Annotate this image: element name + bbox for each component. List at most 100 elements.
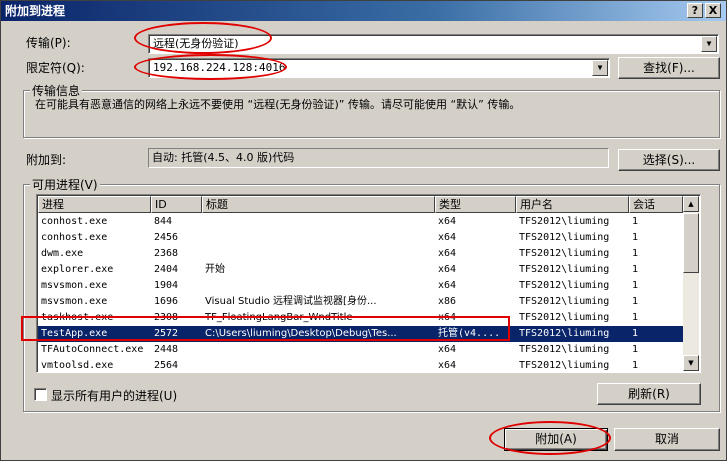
cancel-button[interactable]: 取消	[614, 428, 720, 451]
cell-username: TFS2012\liuming	[519, 360, 610, 371]
cell-title	[202, 358, 435, 372]
find-button[interactable]: 查找(F)...	[618, 57, 720, 79]
chevron-down-icon[interactable]: ▼	[701, 36, 717, 52]
transport-combo[interactable]: 远程(无身份验证) ▼	[148, 34, 719, 54]
column-header-session[interactable]: 会话	[629, 196, 683, 213]
title-bar: 附加到进程	[1, 1, 726, 21]
process-list[interactable]: 进程 ID 标题 类型 用户名 会话 conhost.exe 844 x64 TFS2…	[36, 194, 701, 373]
chevron-down-icon[interactable]: ▼	[592, 60, 608, 76]
scroll-up-icon[interactable]: ▲	[683, 196, 699, 212]
close-button[interactable]: X	[705, 3, 721, 18]
table-row[interactable]: conhost.exe 2456 x64 TFS2012\liuming 1	[38, 230, 683, 246]
cell-process: explorer.exe	[41, 264, 114, 275]
cell-title	[202, 342, 435, 358]
cell-type: x64	[438, 344, 457, 355]
attach-to-field: 自动: 托管(4.5、4.0 版)代码	[148, 148, 609, 168]
qualifier-value: 192.168.224.128:4016	[153, 61, 286, 74]
cell-type: x64	[438, 312, 457, 323]
scroll-down-icon[interactable]: ▼	[683, 355, 699, 371]
cell-title	[202, 214, 435, 230]
select-code-type-button[interactable]: 选择(S)...	[618, 149, 720, 171]
cell-process: msvsmon.exe	[41, 280, 108, 291]
cell-username: TFS2012\liuming	[519, 344, 610, 355]
cell-username: TFS2012\liuming	[519, 248, 610, 259]
cell-process: TFAutoConnect.exe	[41, 344, 144, 355]
show-all-users-checkbox[interactable]	[34, 388, 47, 401]
cell-session: 1	[632, 216, 639, 227]
cell-session: 1	[632, 280, 639, 291]
cell-type: x64	[438, 216, 457, 227]
cell-title: C:\Users\liuming\Desktop\Debug\Tes...	[205, 328, 397, 339]
cell-process: vmtoolsd.exe	[41, 360, 114, 371]
table-row[interactable]: explorer.exe 2404 开始 x64 TFS2012\liuming 1	[38, 262, 683, 278]
cell-process: TestApp.exe	[41, 328, 108, 339]
column-header-type[interactable]: 类型	[435, 196, 516, 213]
scroll-thumb[interactable]	[683, 213, 699, 273]
cell-id: 844	[154, 216, 173, 227]
cell-username: TFS2012\liuming	[519, 216, 610, 227]
cell-title	[202, 278, 435, 294]
cell-type: x64	[438, 232, 457, 243]
help-button[interactable]: ?	[687, 3, 703, 18]
cell-session: 1	[632, 344, 639, 355]
column-header-process[interactable]: 进程	[38, 196, 151, 213]
table-row[interactable]: msvsmon.exe 1696 Visual Studio 远程调试监视器[身份.…	[38, 294, 683, 310]
table-row[interactable]: taskhost.exe 2308 TF_FloatingLangBar_WndTi…	[38, 310, 683, 326]
cell-session: 1	[632, 360, 639, 371]
cell-type: x64	[438, 280, 457, 291]
cell-type: x64	[438, 360, 457, 371]
cell-session: 1	[632, 264, 639, 275]
show-all-users-label[interactable]: 显示所有用户的进程(U)	[51, 387, 177, 404]
transport-value: 远程(无身份验证)	[153, 37, 239, 50]
table-row[interactable]: conhost.exe 844 x64 TFS2012\liuming 1	[38, 214, 683, 230]
cell-type: x86	[438, 296, 457, 307]
table-row[interactable]: vmtoolsd.exe 2564 x64 TFS2012\liuming 1	[38, 358, 683, 372]
cell-process: conhost.exe	[41, 232, 108, 243]
process-list-header: 进程 ID 标题 类型 用户名 会话	[38, 196, 683, 213]
cell-type: x64	[438, 248, 457, 259]
table-row[interactable]: msvsmon.exe 1904 x64 TFS2012\liuming 1	[38, 278, 683, 294]
available-processes-title: 可用进程(V)	[30, 176, 100, 193]
cell-title: Visual Studio 远程调试监视器[身份...	[205, 296, 377, 307]
qualifier-combo[interactable]: 192.168.224.128:4016 ▼	[148, 58, 610, 78]
cell-title: 开始	[205, 264, 225, 275]
attach-button[interactable]: 附加(A)	[504, 428, 608, 451]
column-header-id[interactable]: ID	[151, 196, 202, 213]
cell-username: TFS2012\liuming	[519, 264, 610, 275]
cell-process: dwm.exe	[41, 248, 84, 259]
cell-session: 1	[632, 328, 639, 339]
cell-type: x64	[438, 264, 457, 275]
cell-username: TFS2012\liuming	[519, 312, 610, 323]
cell-id: 1904	[154, 280, 179, 291]
table-row[interactable]: dwm.exe 2368 x64 TFS2012\liuming 1	[38, 246, 683, 262]
refresh-button[interactable]: 刷新(R)	[597, 383, 701, 405]
table-row[interactable]: TFAutoConnect.exe 2448 x64 TFS2012\liuming 1	[38, 342, 683, 358]
cell-session: 1	[632, 312, 639, 323]
cell-process: msvsmon.exe	[41, 296, 108, 307]
cell-process: conhost.exe	[41, 216, 108, 227]
window-title: 附加到进程	[5, 4, 66, 18]
cell-username: TFS2012\liuming	[519, 280, 610, 291]
cell-session: 1	[632, 296, 639, 307]
column-header-title[interactable]: 标题	[202, 196, 435, 213]
process-list-scrollbar[interactable]: ▲ ▼	[683, 196, 699, 371]
cell-process: taskhost.exe	[41, 312, 114, 323]
cell-username: TFS2012\liuming	[519, 232, 610, 243]
qualifier-label: 限定符(Q):	[26, 61, 85, 75]
cell-title: TF_FloatingLangBar_WndTitle	[205, 312, 353, 323]
cell-session: 1	[632, 248, 639, 259]
attach-to-process-dialog: 附加到进程 ? X 传输(P): 远程(无身份验证) ▼ 限定符(Q): 192…	[0, 0, 727, 461]
cell-id: 2456	[154, 232, 179, 243]
cell-id: 2404	[154, 264, 179, 275]
transport-label: 传输(P):	[26, 36, 71, 50]
table-row[interactable]: TestApp.exe 2572 C:\Users\liuming\Desktop\…	[38, 326, 683, 342]
cell-id: 2368	[154, 248, 179, 259]
transport-info-text: 在可能具有恶意通信的网络上永远不要使用 “远程(无身份验证)” 传输。请尽可能使…	[35, 98, 521, 111]
cell-id: 2448	[154, 344, 179, 355]
attach-to-label: 附加到:	[26, 153, 67, 167]
cell-username: TFS2012\liuming	[519, 328, 610, 339]
column-header-username[interactable]: 用户名	[516, 196, 629, 213]
cell-id: 2308	[154, 312, 179, 323]
cell-id: 2572	[154, 328, 179, 339]
attach-to-value: 自动: 托管(4.5、4.0 版)代码	[152, 151, 295, 164]
